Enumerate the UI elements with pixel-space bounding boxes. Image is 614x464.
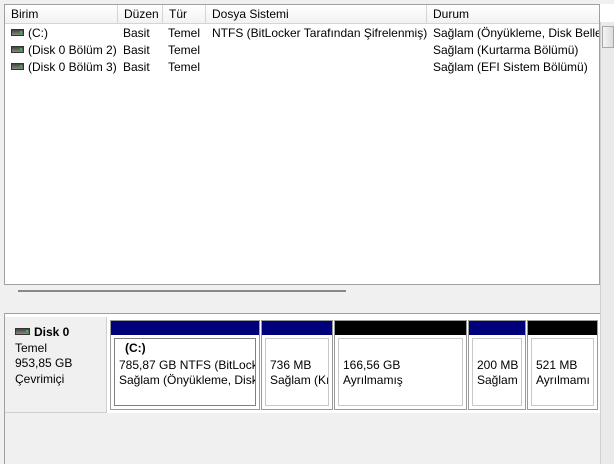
partition-status: Ayrılmamış: [343, 373, 403, 387]
column-header-layout[interactable]: Düzen: [118, 5, 163, 23]
volume-status: Sağlam (Önyükleme, Disk Belleği: [433, 26, 600, 40]
volume-type: Temel: [168, 26, 201, 40]
partition-size: 166,56 GB: [343, 358, 401, 372]
partition-unallocated-2[interactable]: 521 MB Ayrılmamı: [527, 320, 598, 410]
partition-bar: [111, 321, 259, 335]
partition-efi[interactable]: 200 MB Sağlam: [468, 320, 526, 410]
volume-name: (Disk 0 Bölüm 3): [28, 60, 117, 74]
volume-filesystem: [212, 59, 427, 76]
partition-bar: [262, 321, 332, 335]
partition-status: Sağlam (Önyükleme, Disk: [119, 373, 255, 387]
partition-size: 736 MB: [270, 358, 312, 372]
vertical-scrollbar[interactable]: [600, 4, 614, 464]
volume-list[interactable]: Birim Düzen Tür Dosya Sistemi Durum (C:)…: [4, 4, 600, 285]
partition-bar: [335, 321, 466, 335]
disk-status: Çevrimiçi: [15, 372, 65, 386]
volume-drive-icon: [11, 63, 24, 71]
disk-size: 953,85 GB: [15, 356, 73, 370]
volume-type: Temel: [168, 60, 201, 74]
disk-type: Temel: [15, 341, 48, 355]
column-header-status[interactable]: Durum: [427, 5, 599, 23]
hard-disk-icon: [15, 328, 30, 336]
horizontal-scrollbar[interactable]: [18, 290, 346, 292]
partition-size: 785,87 GB NTFS (BitLocke: [119, 358, 255, 372]
partition-c[interactable]: (C:) 785,87 GB NTFS (BitLocke Sağlam (Ön…: [110, 320, 260, 410]
volume-layout: Basit: [123, 43, 150, 57]
volume-status: Sağlam (Kurtarma Bölümü): [433, 43, 579, 57]
volume-filesystem: NTFS (BitLocker Tarafından Şifrelenmiş): [212, 26, 427, 40]
partition-size: 521 MB: [536, 358, 578, 372]
column-header-type[interactable]: Tür: [163, 5, 206, 23]
volume-layout: Basit: [123, 60, 150, 74]
partition-bar: [528, 321, 597, 335]
volume-status: Sağlam (EFI Sistem Bölümü): [433, 60, 588, 74]
partition-title: (C:): [125, 341, 146, 355]
partition-status: Sağlam: [477, 373, 518, 387]
volume-row[interactable]: (Disk 0 Bölüm 3) Basit Temel Sağlam (EFI…: [5, 59, 599, 76]
partition-size: 200 MB: [477, 358, 519, 372]
partition-recovery[interactable]: 736 MB Sağlam (Kı: [261, 320, 333, 410]
partition-status: Sağlam (Kı: [270, 373, 328, 387]
volume-row[interactable]: (C:) Basit Temel NTFS (BitLocker Tarafın…: [5, 25, 599, 42]
partition-bar: [469, 321, 525, 335]
disk-info[interactable]: Disk 0 Temel 953,85 GB Çevrimiçi: [5, 317, 107, 413]
volume-drive-icon: [11, 46, 24, 54]
column-header-filesystem[interactable]: Dosya Sistemi: [206, 5, 427, 23]
disk-map-empty-area: [5, 413, 600, 464]
column-header-volume[interactable]: Birim: [5, 5, 118, 23]
vertical-scrollbar-thumb[interactable]: [602, 26, 614, 48]
volume-name: (C:): [28, 26, 48, 40]
volume-row[interactable]: (Disk 0 Bölüm 2) Basit Temel Sağlam (Kur…: [5, 42, 599, 59]
volume-layout: Basit: [123, 26, 150, 40]
partition-status: Ayrılmamı: [536, 373, 590, 387]
disk-name: Disk 0: [34, 325, 70, 339]
volume-filesystem: [212, 42, 427, 59]
volume-list-header: Birim Düzen Tür Dosya Sistemi Durum: [5, 5, 599, 24]
partition-unallocated[interactable]: 166,56 GB Ayrılmamış: [334, 320, 467, 410]
scrollbar-corner: [600, 4, 614, 22]
volume-drive-icon: [11, 29, 24, 37]
volume-type: Temel: [168, 43, 201, 57]
volume-name: (Disk 0 Bölüm 2): [28, 43, 117, 57]
